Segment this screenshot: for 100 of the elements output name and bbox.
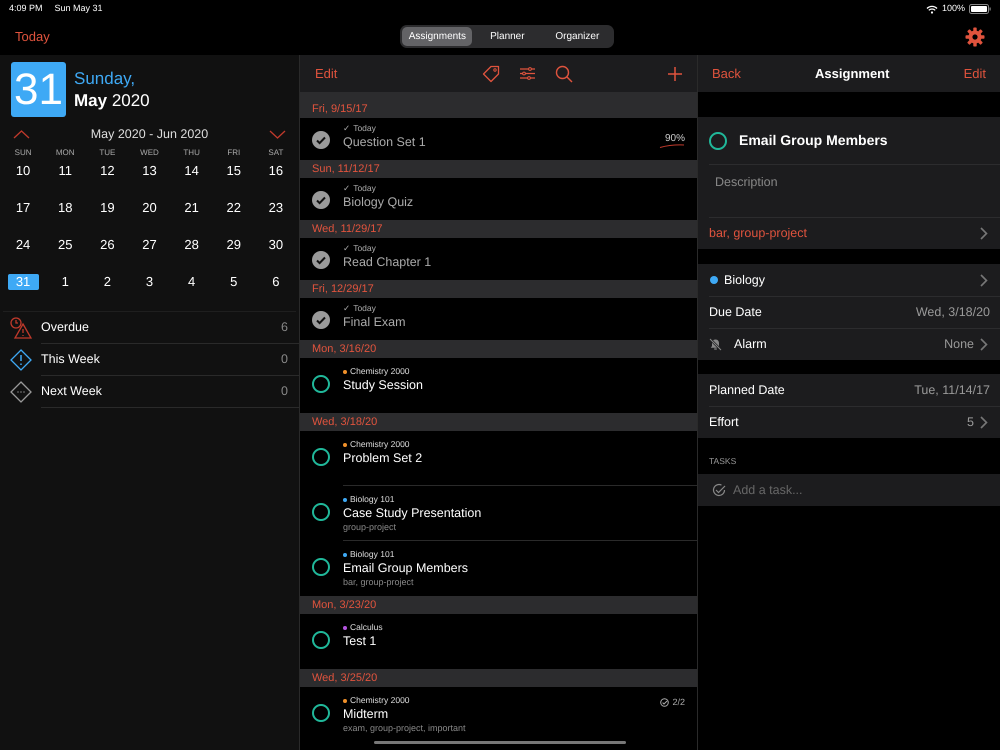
section-date: Mon, 3/16/20 <box>312 342 376 357</box>
empty-circle-icon[interactable] <box>312 375 330 393</box>
calendar-day[interactable]: 13 <box>134 162 165 179</box>
settings-icon[interactable] <box>965 26 985 46</box>
alarm-row[interactable]: Alarm None <box>709 328 1000 360</box>
assignment-row[interactable]: ✓ Today Final Exam <box>300 298 697 340</box>
course-row[interactable]: Biology <box>698 264 1000 296</box>
filter-row[interactable]: This Week 0 <box>0 344 299 376</box>
assignment-row[interactable]: ✓ Today Biology Quiz <box>300 178 697 220</box>
task-count: 2/2 <box>672 696 685 709</box>
calendar-day[interactable]: 19 <box>92 200 123 216</box>
section-date: Sun, 11/12/17 <box>312 162 380 177</box>
weekday-heading: SAT <box>267 146 284 159</box>
empty-circle-icon[interactable] <box>312 448 330 466</box>
weekday-heading: TUE <box>98 146 116 159</box>
month-range: May 2020 - Jun 2020 <box>90 126 208 143</box>
section-date: Mon, 3/23/20 <box>312 598 376 613</box>
checked-circle-icon[interactable] <box>312 131 330 149</box>
chevron-down-icon[interactable] <box>268 130 286 139</box>
description-field[interactable]: Description <box>698 165 1000 217</box>
add-icon[interactable] <box>668 66 682 80</box>
effort-row[interactable]: Effort 5 <box>709 406 1000 438</box>
calendar-day[interactable]: 24 <box>8 236 39 253</box>
calendar-day[interactable]: 20 <box>134 200 165 216</box>
calendar-day[interactable]: 10 <box>8 162 39 179</box>
edit-button[interactable]: Edit <box>315 64 338 84</box>
segment-tab[interactable]: Assignments <box>402 27 472 46</box>
calendar-day[interactable]: 3 <box>134 274 165 290</box>
tasks-header: TASKS <box>709 455 736 468</box>
calendar-day[interactable]: 29 <box>218 236 250 253</box>
add-task-field[interactable]: Add a task... <box>698 474 1000 506</box>
chevron-icon <box>980 416 988 429</box>
calendar-day[interactable]: 4 <box>176 274 208 290</box>
calendar-day[interactable]: 28 <box>176 236 208 253</box>
calendar-day[interactable]: 17 <box>8 200 39 216</box>
check-circle-icon <box>712 483 726 497</box>
sliders-icon[interactable] <box>519 64 536 82</box>
calendar-day[interactable]: 2 <box>92 274 123 290</box>
calendar-day[interactable]: 30 <box>260 236 292 253</box>
empty-circle-icon[interactable] <box>312 631 330 649</box>
segment-tab[interactable]: Organizer <box>542 27 612 46</box>
planned-date-label: Planned Date <box>709 382 786 399</box>
filter-count: 0 <box>281 350 288 368</box>
ellipsis-diamond-icon <box>10 380 32 403</box>
filter-row[interactable]: Next Week 0 <box>0 376 299 408</box>
assignment-title: Email Group Members <box>343 560 470 577</box>
alarm-value: None <box>944 336 974 354</box>
checked-circle-icon[interactable] <box>312 191 330 209</box>
empty-circle-icon[interactable] <box>312 503 330 521</box>
back-button[interactable]: Back <box>712 64 741 84</box>
calendar-day[interactable]: 12 <box>92 162 123 179</box>
calendar-day[interactable]: 14 <box>176 162 208 179</box>
calendar-day[interactable]: 21 <box>176 200 208 216</box>
assignment-row[interactable]: Chemistry 2000 Study Session <box>300 358 697 413</box>
assignment-title: Case Study Presentation <box>343 505 482 522</box>
assignment-row[interactable]: Biology 101 Case Study Presentation group-project <box>300 486 697 541</box>
checked-circle-icon[interactable] <box>312 251 330 269</box>
calendar-day[interactable]: 1 <box>50 274 81 290</box>
calendar-day[interactable]: 22 <box>218 200 250 216</box>
calendar-day[interactable]: 25 <box>50 236 81 253</box>
assignment-row[interactable]: Chemistry 2000 Midterm exam, group-project, important 2/2 <box>300 687 697 742</box>
empty-circle-icon[interactable] <box>312 558 330 576</box>
assignment-tags: bar, group-project <box>343 577 685 588</box>
underline-icon <box>659 144 685 148</box>
weekday-heading: SUN <box>14 146 33 159</box>
calendar-day[interactable]: 26 <box>92 236 123 253</box>
tags-row[interactable]: bar, group-project <box>698 217 1000 249</box>
assignment-row[interactable]: ✓ Today Question Set 1 90% <box>300 118 697 160</box>
filter-label: This Week <box>41 350 100 368</box>
edit-button[interactable]: Edit <box>964 64 986 84</box>
assignment-row[interactable]: ✓ Today Read Chapter 1 <box>300 238 697 280</box>
filter-row[interactable]: Overdue 6 <box>0 312 299 344</box>
assignment-row[interactable]: Biology 101 Email Group Members bar, group-project <box>300 541 697 596</box>
empty-circle-icon[interactable] <box>709 132 727 150</box>
assignment-row[interactable]: Chemistry 2000 Problem Set 2 <box>300 431 697 486</box>
course-name: Calculus <box>350 622 383 633</box>
assignment-row[interactable]: Calculus Test 1 <box>300 614 697 669</box>
calendar-day[interactable]: 18 <box>50 200 81 216</box>
calendar-day[interactable]: 5 <box>218 274 250 290</box>
status-time: 4:09 PM <box>9 2 43 16</box>
date-tile: 31 <box>11 62 66 117</box>
checked-circle-icon[interactable] <box>312 311 330 329</box>
assignment-tags: exam, group-project, important <box>343 723 660 734</box>
tag-icon[interactable] <box>482 64 500 82</box>
calendar-day[interactable]: 27 <box>134 236 165 253</box>
calendar-day[interactable]: 6 <box>260 274 292 290</box>
search-icon[interactable] <box>555 64 574 82</box>
filter-label: Overdue <box>41 318 89 336</box>
segment-tab[interactable]: Planner <box>472 27 542 46</box>
empty-circle-icon[interactable] <box>312 704 330 722</box>
course-name: Biology 101 <box>350 549 394 560</box>
calendar-day[interactable]: 11 <box>50 162 81 179</box>
weekday-heading: WED <box>139 146 160 159</box>
wifi-icon <box>926 4 938 14</box>
muted-bell-icon <box>709 338 722 351</box>
calendar-day[interactable]: 15 <box>218 162 250 179</box>
calendar-day[interactable]: 16 <box>260 162 292 179</box>
chevron-up-icon[interactable] <box>13 130 30 139</box>
today-button[interactable]: Today <box>15 26 50 46</box>
calendar-day[interactable]: 23 <box>260 200 292 216</box>
